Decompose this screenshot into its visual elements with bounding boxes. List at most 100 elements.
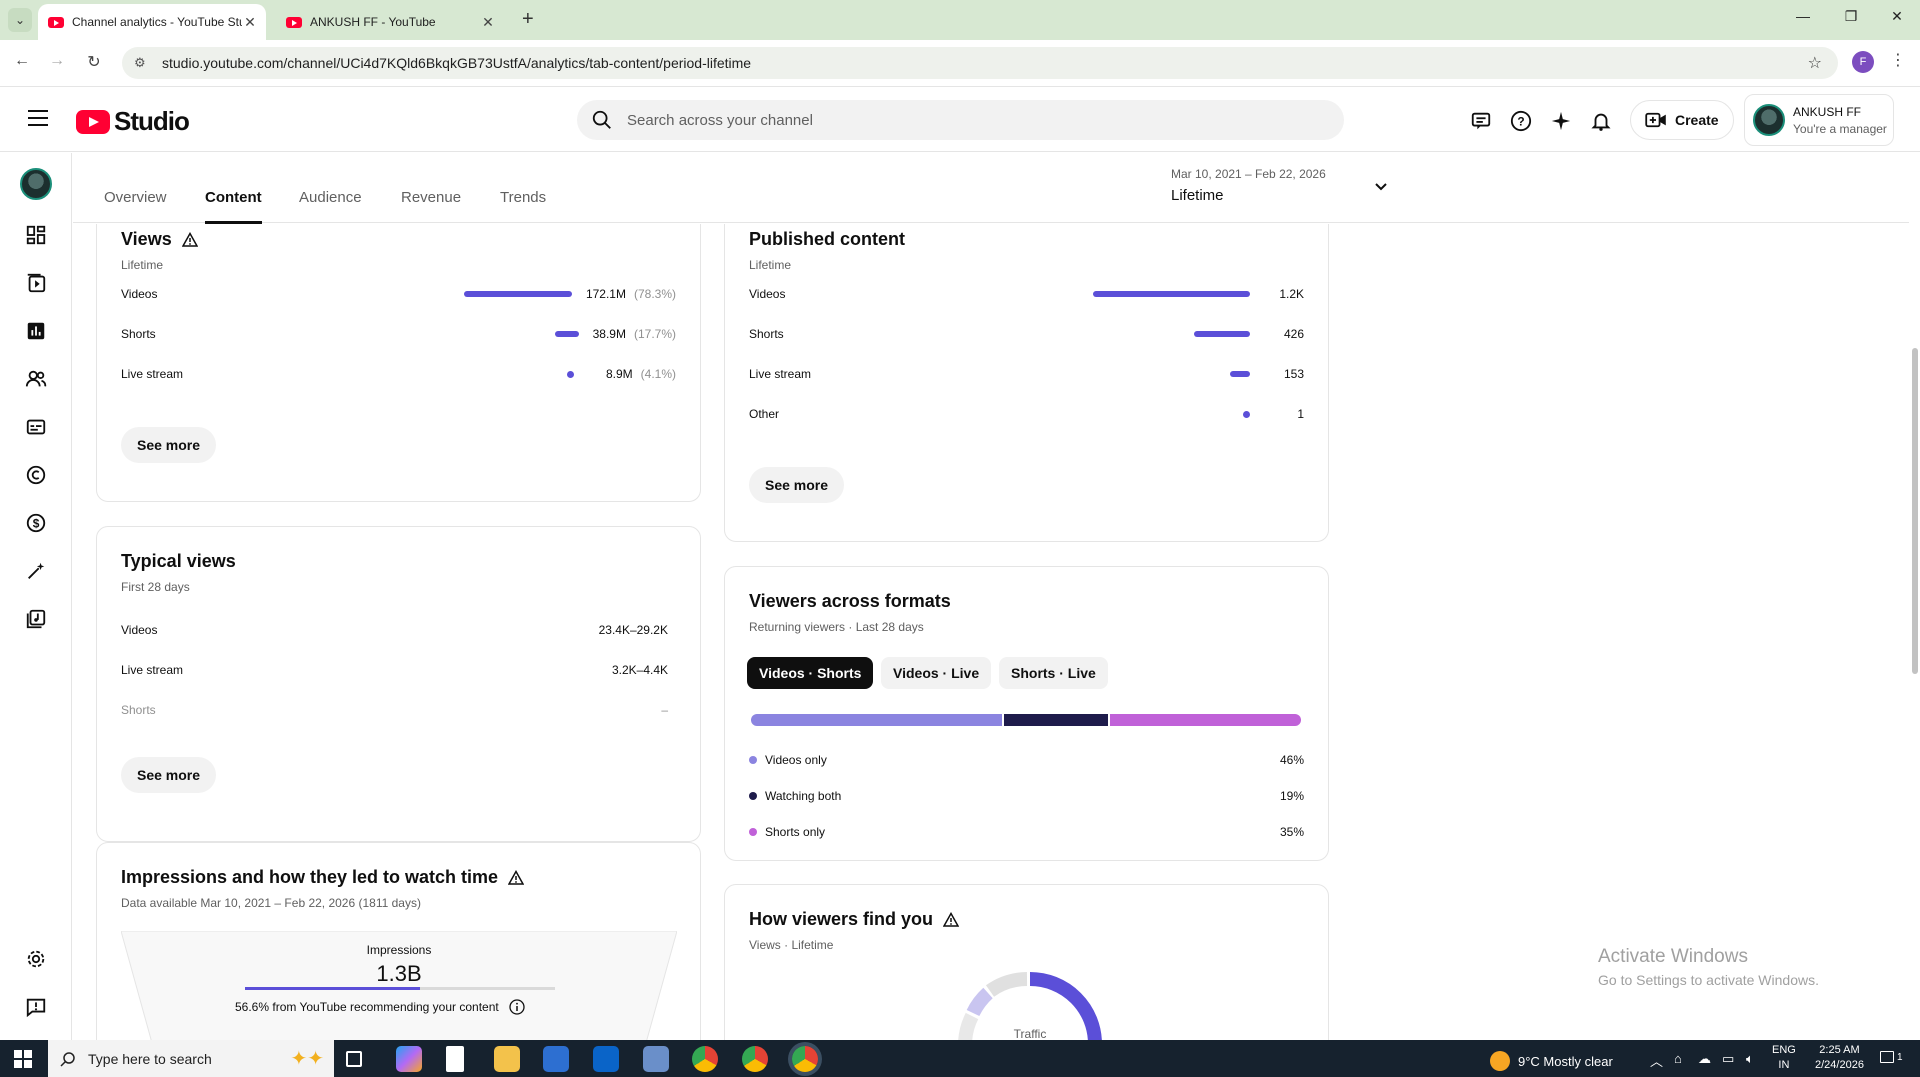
subtitles-icon[interactable] xyxy=(24,415,48,439)
earn-dollar-icon[interactable]: $ xyxy=(24,511,48,535)
account-switcher[interactable]: ANKUSH FF You're a manager xyxy=(1744,94,1894,146)
sparkle-ai-icon[interactable] xyxy=(1548,108,1574,134)
card-title: Views xyxy=(121,229,676,250)
url-bar[interactable]: ⚙ studio.youtube.com/channel/UCi4d7KQld6… xyxy=(122,47,1838,79)
legend-row: Videos only 46% xyxy=(749,750,1304,770)
chrome-active-icon[interactable] xyxy=(792,1046,818,1072)
create-video-icon xyxy=(1645,112,1666,128)
content-icon[interactable] xyxy=(24,271,48,295)
new-tab-icon[interactable]: + xyxy=(522,8,534,31)
tab-close-icon[interactable]: ✕ xyxy=(480,14,496,31)
account-avatar xyxy=(1753,104,1785,136)
search-input[interactable]: Search across your channel xyxy=(577,100,1344,140)
typical-row: Videos 23.4K–29.2K xyxy=(121,620,668,640)
chrome-icon[interactable] xyxy=(692,1046,718,1072)
card-title: Published content xyxy=(749,229,906,249)
browser-menu-icon[interactable]: ⋮ xyxy=(1890,50,1906,70)
window-close-icon[interactable]: ✕ xyxy=(1874,8,1920,25)
warning-icon[interactable] xyxy=(181,231,198,248)
app-icon[interactable] xyxy=(643,1046,669,1072)
chip-videos-live[interactable]: Videos · Live xyxy=(881,657,992,689)
card-subtitle: Data available Mar 10, 2021 – Feb 22, 20… xyxy=(121,896,421,910)
legend-row: Shorts only 35% xyxy=(749,822,1304,842)
customization-wand-icon[interactable] xyxy=(24,559,48,583)
youtube-favicon-icon xyxy=(48,16,64,28)
hamburger-menu-icon[interactable] xyxy=(28,110,48,131)
send-feedback-icon[interactable] xyxy=(24,995,48,1019)
tab-trends[interactable]: Trends xyxy=(500,189,546,206)
file-explorer-icon[interactable] xyxy=(494,1046,520,1072)
minimize-icon[interactable]: — xyxy=(1780,8,1826,24)
copyright-icon[interactable] xyxy=(24,463,48,487)
tab-close-icon[interactable]: ✕ xyxy=(242,14,258,31)
tab-overview[interactable]: Overview xyxy=(104,189,167,206)
reload-icon[interactable]: ↻ xyxy=(82,52,106,72)
onedrive-icon[interactable]: ☁ xyxy=(1698,1051,1711,1067)
notepad-icon[interactable] xyxy=(446,1046,464,1072)
browser-tab-channel[interactable]: ANKUSH FF - YouTube ✕ xyxy=(276,4,504,40)
network-icon[interactable]: ⌂ xyxy=(1674,1051,1682,1066)
windows-start-icon[interactable] xyxy=(14,1050,32,1068)
period-selector[interactable]: Mar 10, 2021 – Feb 22, 2026 Lifetime xyxy=(1171,167,1326,204)
logo-text: Studio xyxy=(114,106,190,136)
volume-icon[interactable]: 🔈︎ xyxy=(1746,1051,1754,1067)
impressions-card: Impressions and how they led to watch ti… xyxy=(96,842,701,1040)
taskbar-search-input[interactable]: Type here to search ✦✦ xyxy=(48,1040,334,1077)
browser-tab-studio[interactable]: Channel analytics - YouTube Studio ✕ xyxy=(38,4,266,40)
language-indicator[interactable]: ENG IN xyxy=(1772,1044,1796,1071)
forward-icon[interactable]: → xyxy=(45,52,69,70)
warning-icon[interactable] xyxy=(943,911,960,928)
tab-revenue[interactable]: Revenue xyxy=(401,189,461,206)
chip-videos-shorts[interactable]: Videos · Shorts xyxy=(747,657,874,689)
svg-text:$: $ xyxy=(33,517,40,531)
studio-logo[interactable]: Studio xyxy=(76,106,190,137)
display-icon[interactable]: ▭ xyxy=(1722,1051,1734,1067)
outlook-icon[interactable] xyxy=(593,1046,619,1072)
settings-gear-icon[interactable] xyxy=(24,947,48,971)
see-more-button[interactable]: See more xyxy=(121,757,217,793)
weather-widget[interactable]: 9°C Mostly clear xyxy=(1490,1051,1613,1071)
audio-library-icon[interactable] xyxy=(24,607,48,631)
chip-shorts-live[interactable]: Shorts · Live xyxy=(999,657,1108,689)
task-view-icon[interactable] xyxy=(346,1051,362,1067)
notification-center-icon[interactable]: 1 xyxy=(1880,1051,1903,1063)
scrollbar-thumb[interactable] xyxy=(1912,348,1918,674)
search-icon xyxy=(60,1051,75,1067)
see-more-button[interactable]: See more xyxy=(749,467,845,503)
row-label: Videos xyxy=(749,287,786,301)
tray-chevron-icon[interactable]: ︿ xyxy=(1650,1051,1663,1070)
microsoft-store-icon[interactable] xyxy=(543,1046,569,1072)
row-label: Shorts xyxy=(121,703,156,717)
card-title: Typical views xyxy=(121,551,236,571)
notifications-bell-icon[interactable] xyxy=(1588,108,1614,134)
warning-icon[interactable] xyxy=(508,869,525,886)
dashboard-icon[interactable] xyxy=(24,223,48,247)
analytics-icon[interactable] xyxy=(24,319,48,343)
copilot-icon[interactable] xyxy=(396,1046,422,1072)
bookmark-star-icon[interactable]: ☆ xyxy=(1808,53,1822,73)
site-info-icon[interactable]: ⚙ xyxy=(134,55,152,71)
feedback-message-icon[interactable] xyxy=(1468,108,1494,134)
info-icon[interactable] xyxy=(509,999,525,1015)
restore-icon[interactable]: ❐ xyxy=(1828,8,1874,25)
studio-header: Studio Search across your channel ? Crea… xyxy=(0,88,1920,152)
tab-search-dropdown-icon[interactable]: ⌄ xyxy=(8,8,32,32)
row-value: 426 xyxy=(1283,327,1304,341)
browser-profile-avatar[interactable]: F xyxy=(1852,51,1874,73)
clock[interactable]: 2:25 AM 2/24/2026 xyxy=(1815,1044,1864,1071)
channel-avatar[interactable] xyxy=(20,168,52,200)
chevron-down-icon[interactable] xyxy=(1373,179,1389,195)
tab-content[interactable]: Content xyxy=(205,189,262,224)
url-text: studio.youtube.com/channel/UCi4d7KQld6Bk… xyxy=(162,55,752,71)
chrome-profile-icon[interactable] xyxy=(742,1046,768,1072)
back-icon[interactable]: ← xyxy=(10,52,34,70)
create-button[interactable]: Create xyxy=(1630,100,1734,140)
tab-audience[interactable]: Audience xyxy=(299,189,362,206)
see-more-button[interactable]: See more xyxy=(121,427,217,463)
format-chip-group: Videos · Shorts Videos · Live Shorts · L… xyxy=(747,657,1307,689)
published-row: Shorts 426 xyxy=(749,324,1304,344)
page-scrollbar[interactable] xyxy=(1910,153,1920,1040)
period-range: Mar 10, 2021 – Feb 22, 2026 xyxy=(1171,167,1326,181)
community-icon[interactable] xyxy=(24,367,48,391)
help-icon[interactable]: ? xyxy=(1508,108,1534,134)
